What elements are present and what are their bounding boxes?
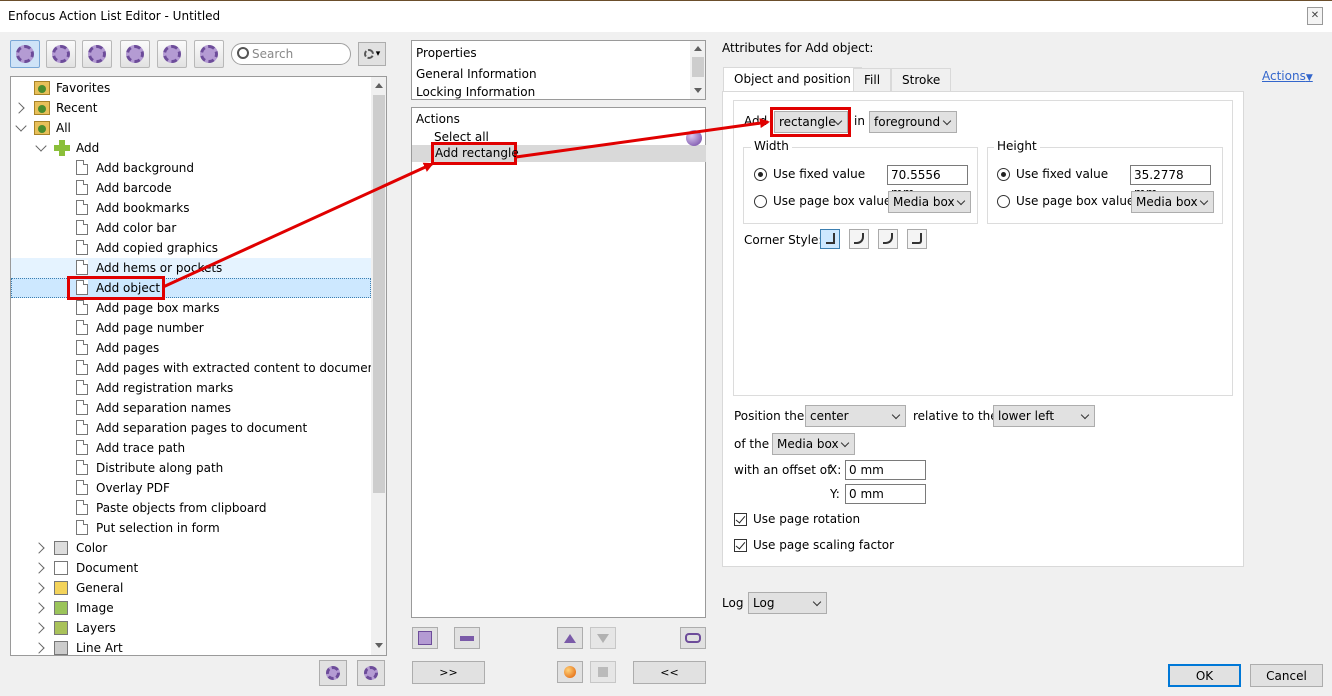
annotation-arrow-to-action (162, 162, 434, 289)
annotation-arrow-to-attribute (515, 118, 770, 159)
annotation-overlay (162, 118, 770, 289)
